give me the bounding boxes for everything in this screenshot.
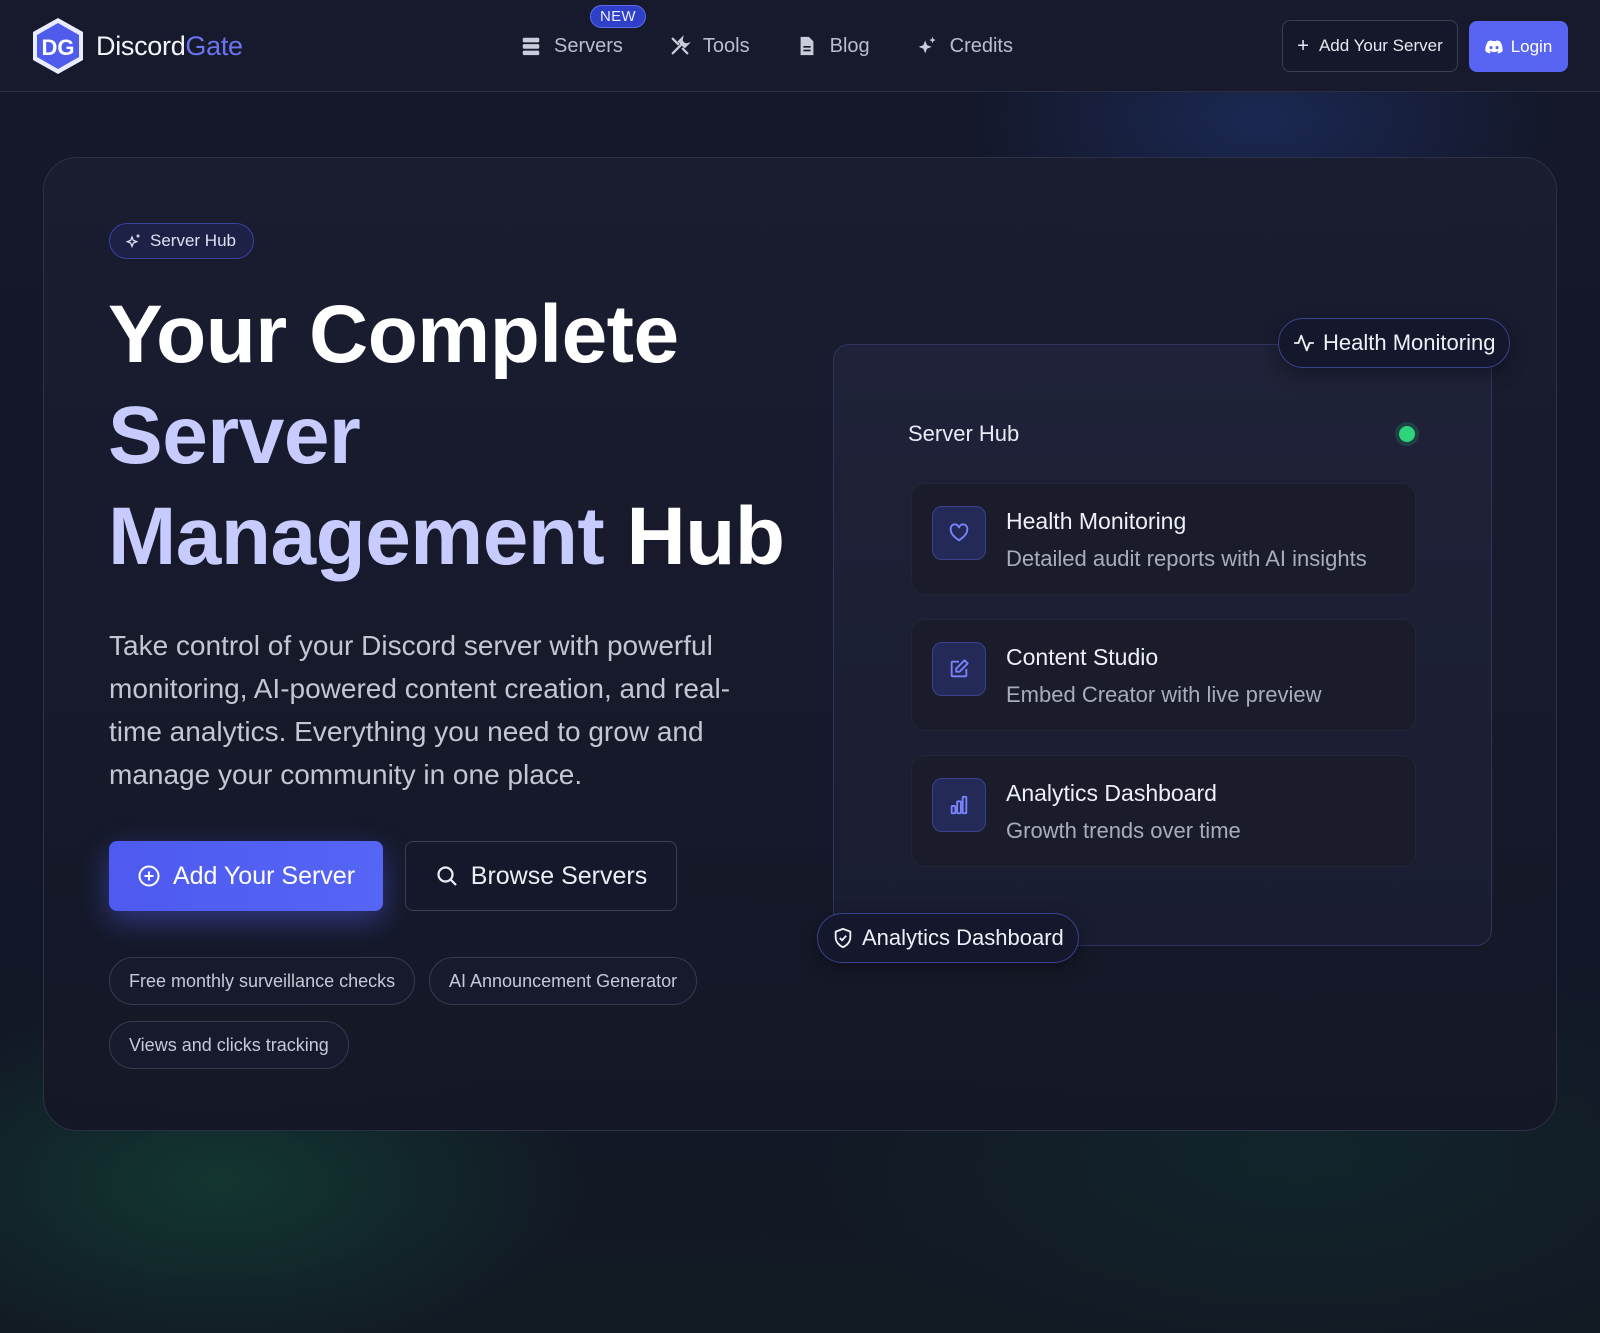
nav-tools-label: Tools <box>702 34 750 57</box>
feature-card-health: Health Monitoring Detailed audit reports… <box>911 483 1416 595</box>
browse-servers-button[interactable]: Browse Servers <box>405 841 677 911</box>
edit-icon <box>932 642 986 696</box>
server-hub-pill: Server Hub <box>109 223 254 259</box>
headline-line-2: Server <box>108 390 361 481</box>
analytics-dashboard-badge: Analytics Dashboard <box>817 913 1079 963</box>
feature-description: Embed Creator with live preview <box>1006 682 1322 707</box>
sparkles-icon <box>918 36 936 54</box>
nav-servers-link[interactable]: Servers NEW <box>520 4 646 58</box>
top-navbar: DG DiscordGate Servers NEW Tools Blog Cr… <box>0 0 1600 92</box>
discordgate-logo-icon: DG <box>33 18 83 74</box>
analytics-dashboard-badge-label: Analytics Dashboard <box>862 925 1064 950</box>
new-badge: NEW <box>590 4 646 28</box>
feature-tag: AI Announcement Generator <box>429 957 698 1005</box>
login-button[interactable]: Login <box>1469 21 1568 72</box>
add-server-nav-button[interactable]: + Add Your Server <box>1282 20 1458 72</box>
browse-servers-button-label: Browse Servers <box>470 861 648 890</box>
feature-card-analytics: Analytics Dashboard Growth trends over t… <box>911 755 1416 867</box>
login-label: Login <box>1510 36 1553 56</box>
feature-card-content: Content Studio Embed Creator with live p… <box>911 619 1416 731</box>
logo-letters: DG <box>42 35 75 60</box>
tools-icon <box>671 35 691 55</box>
shield-check-icon <box>834 927 852 949</box>
plus-circle-icon <box>138 865 160 887</box>
brand-logo-link[interactable]: DG DiscordGate <box>30 16 243 76</box>
feature-description: Detailed audit reports with AI insights <box>1006 546 1367 571</box>
hero-description: Take control of your Discord server with… <box>109 630 731 790</box>
sparkles-icon <box>126 234 140 249</box>
feature-tag: Views and clicks tracking <box>109 1021 349 1069</box>
feature-title: Health Monitoring <box>1006 508 1187 534</box>
nav-blog-link[interactable]: Blog <box>796 35 870 58</box>
plus-icon: + <box>1297 35 1309 57</box>
server-hub-pill-label: Server Hub <box>150 231 236 250</box>
feature-title: Analytics Dashboard <box>1006 780 1217 806</box>
feature-title: Content Studio <box>1006 644 1159 670</box>
add-server-nav-label: Add Your Server <box>1318 36 1443 55</box>
online-status-dot <box>1399 426 1415 442</box>
nav-tools-link[interactable]: Tools <box>669 35 750 58</box>
headline-line-3a: Management <box>108 491 605 582</box>
hero-headline: Your Complete Server Management Hub <box>108 284 828 587</box>
discord-icon <box>1485 39 1503 54</box>
feature-tag: Free monthly surveillance checks <box>109 957 416 1005</box>
headline-line-1: Your Complete <box>108 289 679 380</box>
activity-icon <box>1293 334 1315 352</box>
hero-card: Server Hub Your Complete Server Manageme… <box>43 157 1557 1131</box>
health-monitoring-badge: Health Monitoring <box>1278 318 1511 368</box>
document-icon <box>800 36 814 56</box>
brand-name: DiscordGate <box>96 30 243 61</box>
bar-chart-icon <box>932 778 986 832</box>
panel-title: Server Hub <box>908 421 1020 446</box>
server-icon <box>522 37 540 56</box>
feature-description: Growth trends over time <box>1006 818 1241 843</box>
search-icon <box>437 866 457 886</box>
nav-credits-label: Credits <box>949 34 1013 57</box>
add-server-button[interactable]: Add Your Server <box>109 841 383 911</box>
main-nav: Servers NEW Tools Blog Credits <box>520 0 1013 92</box>
heart-icon <box>932 506 986 560</box>
nav-servers-label: Servers <box>554 34 623 57</box>
add-server-button-label: Add Your Server <box>172 861 356 890</box>
health-monitoring-badge-label: Health Monitoring <box>1323 330 1496 355</box>
server-hub-preview-panel: Server Hub Health Monitoring Detailed au… <box>833 344 1492 946</box>
nav-credits-link[interactable]: Credits <box>916 35 1013 58</box>
nav-blog-label: Blog <box>829 34 870 57</box>
headline-line-3b: Hub <box>626 491 785 582</box>
